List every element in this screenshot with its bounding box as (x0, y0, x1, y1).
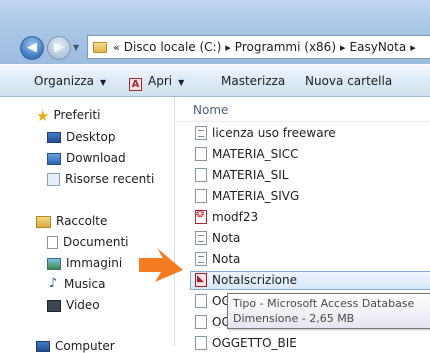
file-name: NotaIscrizione (212, 273, 297, 287)
nav-label: Immagini (66, 256, 123, 270)
tooltip-size: Dimensione - 2,65 MB (233, 312, 355, 325)
nav-computer-header[interactable]: Computer (36, 339, 115, 353)
breadcrumb-chevron-icon[interactable]: ▸ (340, 41, 346, 54)
nav-label: Documenti (63, 235, 129, 249)
nav-label: Risorse recenti (65, 172, 155, 186)
column-header-name[interactable]: Nome (193, 103, 228, 117)
file-icon (195, 189, 207, 203)
file-icon (195, 168, 207, 182)
computer-icon (36, 341, 50, 352)
nav-label: Computer (55, 339, 115, 353)
nav-item-immagini[interactable]: Immagini (47, 256, 122, 270)
nav-label: Preferiti (53, 108, 101, 122)
breadcrumb-chevron-icon[interactable]: ▸ (410, 41, 416, 54)
file-icon (195, 336, 207, 350)
pictures-icon (47, 257, 61, 270)
file-name: Nota (212, 252, 241, 266)
pdf-file-icon (195, 209, 207, 224)
nav-label: Musica (64, 277, 106, 291)
file-row[interactable]: MATERIA_SIL (195, 168, 288, 182)
file-row-selected[interactable]: NotaIscrizione (195, 273, 297, 287)
organizza-button[interactable]: Organizza ▼ (34, 74, 106, 88)
file-info-tooltip: Tipo - Microsoft Access Database Dimensi… (227, 293, 430, 329)
nav-libraries-header[interactable]: Raccolte (36, 214, 107, 228)
breadcrumb-item[interactable]: Disco locale (C:) (124, 40, 222, 54)
nav-item-download[interactable]: Download (47, 151, 126, 165)
desktop-icon (47, 132, 61, 143)
file-name: MATERIA_SIL (212, 168, 289, 182)
back-button[interactable]: ◀ (20, 36, 44, 60)
chevron-down-icon: ▼ (178, 78, 185, 87)
masterizza-label: Masterizza (221, 74, 286, 88)
nav-item-documenti[interactable]: Documenti (47, 235, 129, 249)
text-file-icon (195, 231, 207, 245)
file-row[interactable]: modf23 (195, 209, 259, 224)
breadcrumb-chevron-icon[interactable]: ▸ (225, 41, 231, 54)
folder-icon (93, 41, 107, 53)
organizza-label: Organizza (34, 74, 95, 88)
file-name: OGGETTO_BIE (212, 336, 297, 350)
tooltip-type: Tipo - Microsoft Access Database (233, 297, 415, 310)
breadcrumb-item[interactable]: EasyNota (350, 40, 407, 54)
nav-favorites-header[interactable]: ★ Preferiti (36, 106, 101, 125)
nav-item-desktop[interactable]: Desktop (47, 130, 116, 144)
back-arrow-icon: ◀ (27, 40, 37, 55)
file-name: Nota (212, 231, 241, 245)
text-file-icon (195, 252, 207, 266)
nav-item-video[interactable]: Video (47, 298, 100, 312)
file-name: MATERIA_SICC (212, 147, 299, 161)
file-row[interactable]: Nota (195, 252, 240, 266)
breadcrumb-item[interactable]: Programmi (x86) (235, 40, 336, 54)
file-row[interactable]: licenza uso freeware (195, 126, 336, 140)
command-toolbar: Organizza ▼ A Apri ▼ Masterizza Nuova carte… (0, 64, 430, 97)
chevron-down-icon: ▼ (100, 78, 107, 87)
recent-pages-dropdown-icon[interactable]: ▼ (73, 43, 79, 52)
text-file-icon (195, 126, 207, 140)
file-icon (195, 315, 207, 329)
file-name: MATERIA_SIVG (212, 189, 300, 203)
access-app-icon: A (129, 78, 142, 91)
file-name: licenza uso freeware (212, 126, 336, 140)
download-folder-icon (47, 152, 61, 165)
file-row[interactable]: Nota (195, 231, 240, 245)
file-name: modf23 (212, 210, 259, 224)
access-database-icon (195, 273, 207, 287)
documents-icon (47, 236, 58, 249)
nuova-cartella-button[interactable]: Nuova cartella (305, 74, 392, 88)
video-icon (47, 299, 61, 312)
file-icon (195, 294, 207, 308)
pointer-arrow-icon (139, 248, 183, 282)
file-row[interactable]: OGGETTO_BIE (195, 336, 297, 350)
file-row[interactable]: MATERIA_SIVG (195, 189, 299, 203)
nav-label: Download (66, 151, 126, 165)
header-divider (176, 121, 430, 122)
libraries-icon (36, 215, 51, 228)
apri-label: Apri (148, 74, 173, 88)
nav-item-musica[interactable]: ♪ Musica (47, 277, 106, 291)
nav-item-recent[interactable]: Risorse recenti (47, 172, 154, 186)
nav-label: Video (66, 298, 100, 312)
navigation-pane: ★ Preferiti Desktop Download Risorse rece… (0, 97, 175, 353)
window-title-bar: ◀ ▶ ▼ « Disco locale (C:) ▸ Programmi (x… (0, 0, 430, 64)
nuova-cartella-label: Nuova cartella (305, 74, 393, 88)
forward-arrow-icon: ▶ (54, 40, 64, 55)
music-note-icon: ♪ (48, 276, 58, 291)
nav-label: Desktop (66, 130, 116, 144)
breadcrumb-overflow[interactable]: « (113, 41, 120, 54)
masterizza-button[interactable]: Masterizza (221, 74, 285, 88)
nav-label: Raccolte (56, 214, 108, 228)
address-bar[interactable]: « Disco locale (C:) ▸ Programmi (x86) ▸ … (87, 35, 430, 59)
recent-places-icon (47, 173, 60, 186)
file-icon (195, 147, 207, 161)
forward-button[interactable]: ▶ (47, 36, 71, 60)
star-icon: ★ (36, 106, 50, 125)
apri-button[interactable]: A Apri ▼ (129, 74, 184, 91)
file-row[interactable]: MATERIA_SICC (195, 147, 299, 161)
